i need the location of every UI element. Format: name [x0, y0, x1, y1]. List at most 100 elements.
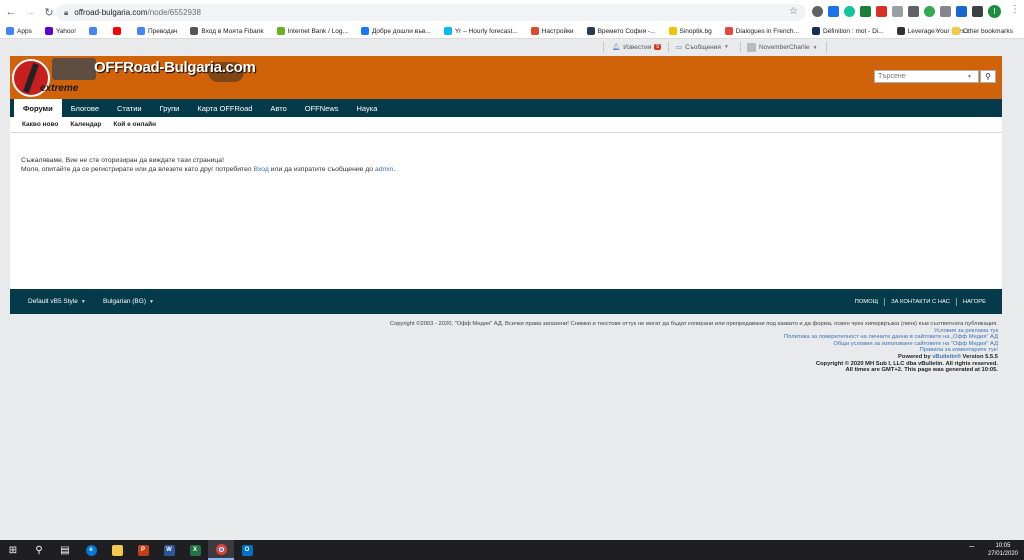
bookmark-star-icon[interactable]: ☆	[789, 6, 798, 17]
extension-icon[interactable]	[908, 6, 919, 17]
login-link[interactable]: Вход	[253, 166, 268, 173]
bookmark-item[interactable]: Internet Bank / Log...	[276, 27, 348, 35]
extension-icon[interactable]	[844, 6, 855, 17]
bookmark-label: Yr – Hourly forecast...	[454, 27, 518, 35]
bookmark-favicon-icon	[44, 27, 53, 35]
site-header: OFFRoad-Bulgaria.com extreme ▼ ⚲	[10, 56, 1002, 99]
excel-icon[interactable]: X	[182, 540, 208, 560]
extension-icon[interactable]	[828, 6, 839, 17]
site-page: OFFRoad-Bulgaria.com extreme ▼ ⚲ ФорумиБ…	[10, 56, 1002, 314]
browser-menu-icon[interactable]: ⋮	[1010, 4, 1020, 15]
subnav-link[interactable]: Кой е онлайн	[113, 121, 156, 128]
extension-icon[interactable]	[924, 6, 935, 17]
system-clock[interactable]: 10:05 27/01/2020	[988, 542, 1018, 558]
notifications-menu[interactable]: 🔔︎ Известия 5	[612, 43, 662, 51]
windows-start-icon[interactable]: ⊞	[0, 540, 26, 560]
bookmark-item[interactable]	[112, 27, 124, 35]
style-select[interactable]: Default vB5 Style ▼	[28, 298, 86, 305]
messages-menu[interactable]: ▭ Съобщения ▼	[676, 43, 729, 52]
nav-tab[interactable]: Наука	[348, 99, 387, 117]
browser-toolbar: ← → ↻ 🔒︎ offroad-bulgaria.com /node/6552…	[0, 0, 1024, 24]
nav-tab[interactable]: Форуми	[14, 99, 62, 117]
extension-icon[interactable]	[972, 6, 983, 17]
extension-icon[interactable]	[956, 6, 967, 17]
search-icon[interactable]: ⚲	[26, 540, 52, 560]
style-select-value: Default vB5 Style	[28, 298, 78, 305]
vbulletin-link[interactable]: vBulletin®	[932, 354, 961, 360]
word-icon[interactable]: W	[156, 540, 182, 560]
chevron-down-icon: ▼	[149, 298, 154, 305]
terms-of-use-link[interactable]: Общи условия за използване сайтовете на …	[390, 341, 998, 348]
logo-subtitle: extreme	[40, 83, 79, 94]
messages-label: Съобщения	[685, 43, 721, 51]
bookmark-item[interactable]: Dialogues in French...	[724, 27, 799, 35]
bookmark-item[interactable]: Yahoo!	[44, 27, 76, 35]
admin-link[interactable]: admin	[375, 166, 394, 173]
network-icon[interactable]: ⌔	[968, 544, 976, 554]
user-menu[interactable]: NovemberCharlie ▼	[747, 43, 818, 52]
powered-prefix: Powered by	[898, 353, 933, 360]
edge-icon[interactable]: e	[78, 540, 104, 560]
extension-icon[interactable]	[812, 6, 823, 17]
language-select[interactable]: Bulgarian (BG) ▼	[103, 298, 154, 305]
powerpoint-icon[interactable]: P	[130, 540, 156, 560]
extension-icon[interactable]	[940, 6, 951, 17]
nav-tab[interactable]: Карта OFFRoad	[188, 99, 261, 117]
profile-avatar[interactable]: I	[988, 5, 1001, 18]
bookmark-item[interactable]: Sinoptik.bg	[668, 27, 712, 35]
bookmark-item[interactable]: Définition : mot - Di...	[811, 27, 884, 35]
back-icon[interactable]: ←	[3, 4, 19, 20]
bookmark-label: Добре дошли във...	[371, 27, 431, 35]
privacy-policy-link[interactable]: Политика за поверителност на личните дан…	[390, 334, 998, 341]
help-link[interactable]: ПОМОЩ	[849, 299, 884, 305]
subnav-link[interactable]: Календар	[70, 121, 101, 128]
task-view-icon[interactable]: ▤	[52, 540, 78, 560]
clock-time: 10:05	[995, 543, 1011, 549]
file-explorer-icon[interactable]	[104, 540, 130, 560]
chevron-down-icon: ▼	[723, 44, 729, 50]
bookmark-item[interactable]: Добре дошли във...	[360, 27, 431, 35]
contact-link[interactable]: ЗА КОНТАКТИ С НАС	[885, 299, 956, 305]
nav-tab[interactable]: Авто	[261, 99, 295, 117]
other-bookmarks-folder[interactable]: Other bookmarks	[952, 27, 1013, 35]
extension-icon[interactable]	[860, 6, 871, 17]
bookmark-item[interactable]: Yr – Hourly forecast...	[443, 27, 518, 35]
bookmark-favicon-icon	[896, 27, 905, 35]
bookmark-item[interactable]: Настройки	[530, 27, 574, 35]
language-select-value: Bulgarian (BG)	[103, 298, 146, 305]
search-box: ▼	[874, 70, 979, 83]
chevron-down-icon: ▼	[80, 298, 86, 305]
bookmark-favicon-icon	[668, 27, 677, 35]
bookmark-label: Dialogues in French...	[735, 27, 799, 35]
outlook-icon[interactable]: O	[234, 540, 260, 560]
os-taskbar: ⊞ ⚲ ▤ e P W X O ⌔ 10:05 27/01/2020	[0, 540, 1024, 560]
nav-tab[interactable]: Блогове	[62, 99, 108, 117]
forward-icon[interactable]: →	[22, 4, 38, 20]
bookmark-item[interactable]	[88, 27, 100, 35]
comment-rules-link[interactable]: Правила за коментарите тук!	[390, 347, 998, 354]
search-input[interactable]	[875, 73, 967, 80]
chevron-down-icon: ▼	[812, 44, 818, 51]
nav-tab[interactable]: Групи	[151, 99, 189, 117]
extension-icon[interactable]	[876, 6, 887, 17]
nav-tab[interactable]: Статии	[108, 99, 151, 117]
bookmark-label: Définition : mot - Di...	[822, 27, 884, 35]
bookmark-item[interactable]: Времето София -...	[586, 27, 656, 35]
reload-icon[interactable]: ↻	[41, 4, 57, 20]
chevron-down-icon[interactable]: ▼	[967, 74, 972, 80]
more-bookmarks-icon[interactable]: »	[935, 26, 939, 35]
address-bar[interactable]: 🔒︎ offroad-bulgaria.com /node/6552938 ☆	[56, 4, 806, 21]
bookmark-favicon-icon	[586, 27, 595, 35]
bookmark-item[interactable]: Преводач	[136, 27, 177, 35]
nav-tab[interactable]: OFFNews	[296, 99, 348, 117]
search-button[interactable]: ⚲	[980, 70, 996, 83]
url-host: offroad-bulgaria.com	[74, 8, 148, 17]
bookmark-item[interactable]: Apps	[6, 27, 32, 35]
vbulletin-copyright: Copyright © 2020 MH Sub I, LLC dba vBull…	[815, 360, 998, 367]
chrome-icon[interactable]	[208, 540, 234, 560]
site-logo[interactable]: OFFRoad-Bulgaria.com extreme	[10, 56, 280, 99]
subnav-link[interactable]: Какво ново	[22, 121, 58, 128]
extension-icon[interactable]	[892, 6, 903, 17]
bookmark-item[interactable]: Вход в Моята Fibank	[190, 27, 264, 35]
back-to-top-link[interactable]: НАГОРЕ	[957, 299, 992, 305]
